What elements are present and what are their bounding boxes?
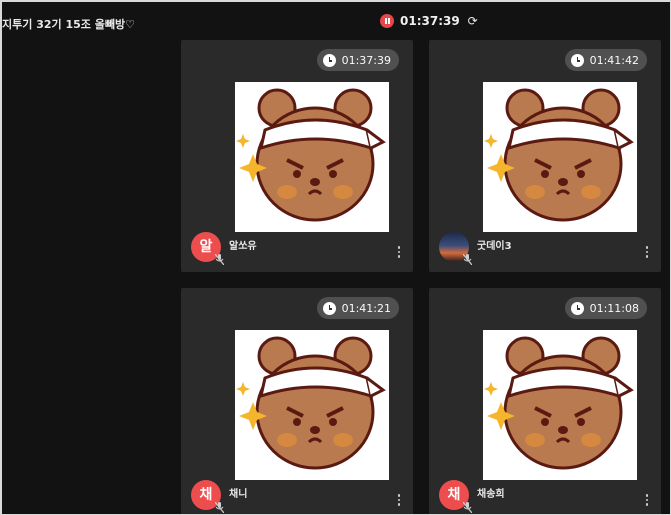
participant-tile[interactable]: 01:41:42 굿데이3 [429, 40, 661, 272]
bear-sticker-image [483, 330, 637, 480]
room-timer: 01:37:39 ⟳ [380, 14, 480, 28]
participant-name: 채송희 [477, 489, 505, 500]
study-time: 01:11:08 [589, 301, 639, 315]
bear-sticker-image [483, 82, 637, 232]
study-time-badge: 01:37:39 [316, 49, 399, 71]
participant-tile[interactable]: 01:37:39 알 알쏘유 [181, 40, 413, 272]
bear-sticker [236, 88, 386, 222]
app-window: 지투기 32기 15조 올빼방♡ 01:37:39 ⟳ 01:37:39 알 알… [2, 2, 670, 514]
mic-off-icon [214, 498, 225, 514]
more-vertical-icon[interactable] [645, 494, 649, 508]
participant-tile[interactable]: 01:11:08 채 채송희 [429, 288, 661, 514]
clock-icon [322, 301, 336, 315]
mic-off-icon [214, 250, 225, 266]
study-time: 01:41:42 [589, 53, 639, 67]
clock-icon [570, 301, 584, 315]
more-vertical-icon[interactable] [645, 246, 649, 260]
bear-sticker-image [235, 82, 389, 232]
study-time-badge: 01:41:42 [564, 49, 647, 71]
study-time-badge: 01:41:21 [316, 297, 399, 319]
mic-off-icon [462, 498, 473, 514]
clock-icon [570, 53, 584, 67]
room-title: 지투기 32기 15조 올빼방♡ [2, 18, 135, 31]
participant-name: 알쏘유 [229, 241, 257, 252]
study-time-badge: 01:11:08 [564, 297, 647, 319]
participant-name: 굿데이3 [477, 241, 512, 252]
participant-name: 채니 [229, 489, 248, 500]
top-bar: 지투기 32기 15조 올빼방♡ 01:37:39 ⟳ [2, 2, 670, 40]
study-time: 01:41:21 [341, 301, 391, 315]
participant-tile[interactable]: 01:41:21 채 채니 [181, 288, 413, 514]
more-vertical-icon[interactable] [397, 494, 401, 508]
pause-icon[interactable] [380, 14, 394, 28]
timer-text: 01:37:39 [400, 14, 460, 28]
study-time: 01:37:39 [341, 53, 391, 67]
more-vertical-icon[interactable] [397, 246, 401, 260]
mic-off-icon [462, 250, 473, 266]
bear-sticker-image [235, 330, 389, 480]
clock-icon [322, 53, 336, 67]
refresh-icon[interactable]: ⟳ [466, 14, 480, 28]
